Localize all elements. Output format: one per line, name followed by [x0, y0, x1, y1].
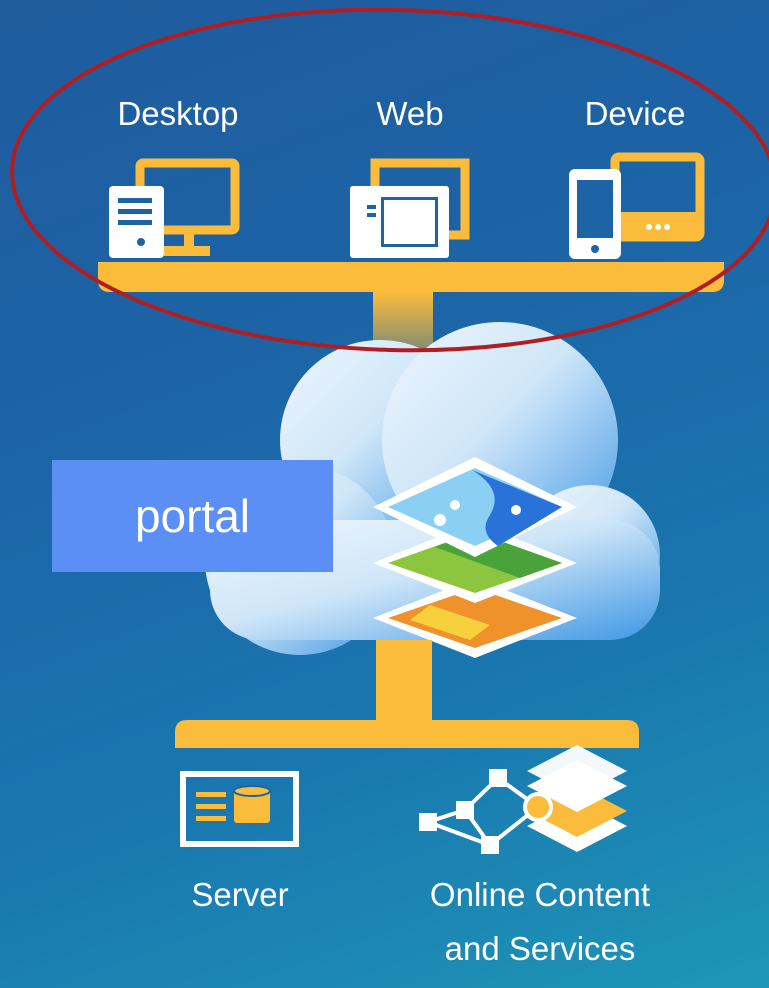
- network-layers-icon: [419, 745, 627, 854]
- online-content-label: Online Content: [429, 876, 651, 913]
- mobile-tablet-icon: [569, 152, 705, 259]
- server-icon: [180, 771, 299, 847]
- desktop-computer-icon: [109, 158, 240, 258]
- web-browser-icon: [350, 158, 470, 258]
- web-label: Web: [376, 95, 444, 132]
- desktop-label: Desktop: [117, 95, 239, 132]
- portal-label: portal: [134, 490, 251, 542]
- server-label: Server: [191, 876, 289, 913]
- device-label: Device: [584, 95, 686, 132]
- online-services-label: and Services: [444, 930, 636, 967]
- portal-box: portal: [52, 460, 333, 572]
- backend-connector: [175, 640, 639, 748]
